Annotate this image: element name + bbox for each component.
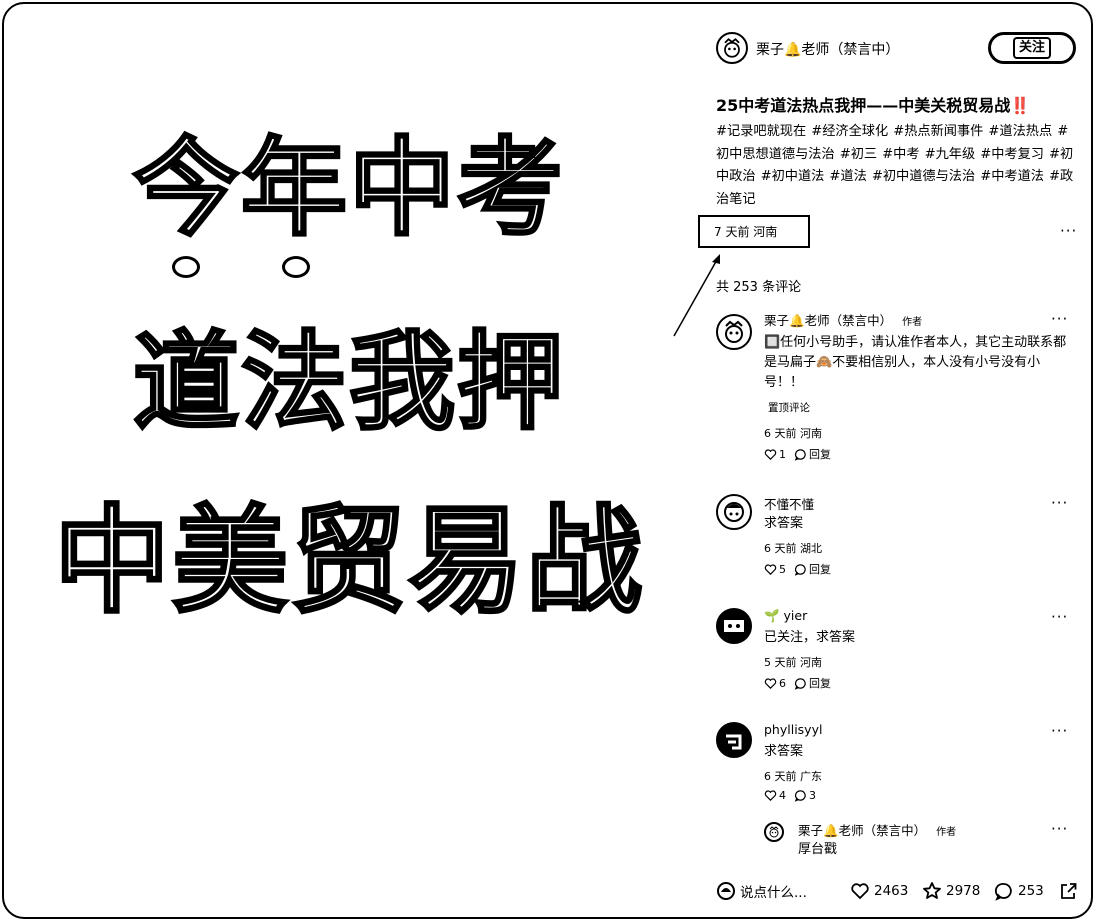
chat-bubble-icon (994, 883, 1012, 901)
comment-author[interactable]: 不懂不懂 (764, 494, 814, 513)
hashtag[interactable]: #中考 (882, 147, 919, 162)
star-icon (923, 882, 941, 899)
hashtag[interactable]: #热点新闻事件 (893, 124, 983, 139)
comment-text: 🔲任何小号助手，请认准作者本人，其它主动联系都是马扁子🙈不要相信别人，本人没有小… (764, 335, 1067, 390)
comment-text: 求答案 (764, 744, 804, 759)
hashtag[interactable]: #初三 (840, 147, 877, 162)
comment-text: 求答案 (764, 516, 804, 531)
hashtag[interactable]: #初中道德与法治 (872, 169, 975, 184)
reply-button[interactable]: 回复 (794, 446, 831, 462)
avatar[interactable] (716, 722, 752, 758)
share-icon (1061, 883, 1077, 899)
like-button[interactable]: 4 (764, 789, 786, 802)
cover-decoration (172, 256, 200, 278)
cover-line-1: 今年中考 (132, 127, 565, 250)
more-icon[interactable]: ··· (1051, 822, 1068, 837)
post-title: 25中考道法热点我押——中美关税贸易战‼️ (716, 96, 1031, 115)
avatar[interactable] (716, 494, 752, 530)
collect-button[interactable]: 2978 (922, 881, 980, 901)
comment-count: 共 253 条评论 (716, 280, 802, 295)
reply-button[interactable]: 回复 (794, 675, 831, 691)
reply-button[interactable]: 回复 (794, 561, 831, 577)
hashtag[interactable]: #中考复习 (980, 147, 1044, 162)
share-button[interactable] (1058, 881, 1078, 901)
user-avatar-icon (717, 882, 735, 900)
hashtag[interactable]: #初中道法 (761, 169, 825, 184)
comment-author[interactable]: 🌱 yier (764, 608, 807, 624)
comment-text: 厚台戳 (798, 842, 838, 857)
chat-bubble-icon (794, 563, 806, 576)
post-meta: 7 天前 河南 (714, 225, 778, 239)
author-avatar[interactable] (716, 32, 748, 64)
chat-bubble-icon (794, 790, 806, 802)
author-name[interactable]: 栗子🔔老师（禁言中） (756, 39, 899, 59)
comment-meta: 6 天前 河南 (764, 427, 822, 440)
cover-line-3: 中美贸易战 (53, 494, 644, 629)
avatar[interactable] (716, 608, 752, 644)
heart-icon (764, 563, 777, 575)
cover-image: 今年中考 道法我押 中美贸易战 (4, 4, 694, 917)
post-tags: #记录吧就现在 #经济全球化 #热点新闻事件 #道法热点 #初中思想道德与法治 #初三 #中… (716, 121, 1078, 211)
post-window: 今年中考 道法我押 中美贸易战 栗子🔔老师（禁言中） 关注 25中考道法热点我押… (2, 2, 1093, 919)
author-tag: 作者 (902, 317, 923, 328)
cover-decoration (282, 256, 310, 278)
post-meta-highlight: 7 天前 河南 (698, 215, 810, 248)
hashtag[interactable]: #道法 (829, 169, 866, 184)
chat-bubble-icon (794, 448, 806, 461)
post-detail-panel: 栗子🔔老师（禁言中） 关注 25中考道法热点我押——中美关税贸易战‼️ #记录吧… (673, 4, 1086, 917)
hashtag[interactable]: #记录吧就现在 (716, 124, 806, 139)
cover-line-2: 道法我押 (132, 321, 565, 444)
comment-meta: 5 天前 河南 (764, 656, 822, 669)
follow-label: 关注 (1012, 37, 1051, 59)
comment-author[interactable]: phyllisyyl (764, 722, 822, 737)
avatar[interactable] (716, 314, 752, 350)
pinned-label: 置顶评论 (768, 402, 810, 414)
author-tag: 作者 (936, 827, 957, 838)
heart-icon (764, 790, 777, 801)
comment-author[interactable]: 栗子🔔老师（禁言中） 作者 (764, 310, 922, 329)
comment-item: 🌱 yier 已关注，求答案 5 天前 河南 6 回复 ··· (716, 608, 1086, 698)
heart-icon (764, 448, 777, 460)
like-button[interactable]: 5 (764, 563, 786, 576)
like-button[interactable]: 1 (764, 448, 786, 461)
more-icon[interactable]: ··· (1060, 224, 1077, 239)
follow-button[interactable]: 关注 (988, 32, 1076, 64)
comment-item: 栗子🔔老师（禁言中） 作者 🔲任何小号助手，请认准作者本人，其它主动联系都是马扁子… (716, 310, 1086, 470)
comment-author[interactable]: 栗子🔔老师（禁言中） 作者 (798, 820, 956, 839)
more-icon[interactable]: ··· (1051, 610, 1068, 625)
more-icon[interactable]: ··· (1051, 724, 1068, 739)
heart-icon (851, 883, 869, 900)
avatar[interactable] (764, 822, 784, 842)
comment-text: 已关注，求答案 (764, 630, 856, 645)
reply-count-button[interactable]: 3 (794, 789, 816, 802)
hashtag[interactable]: #道法热点 (988, 124, 1052, 139)
more-icon[interactable]: ··· (1051, 312, 1068, 327)
hashtag[interactable]: #中考道法 (980, 169, 1044, 184)
like-button[interactable]: 2463 (850, 881, 908, 901)
hashtag[interactable]: #九年级 (925, 147, 976, 162)
hashtag[interactable]: #经济全球化 (811, 124, 888, 139)
sub-reply-item: 栗子🔔老师（禁言中） 作者 厚台戳 ··· (764, 820, 1084, 864)
chat-bubble-icon (794, 677, 806, 690)
comment-meta: 6 天前 湖北 (764, 542, 822, 555)
more-icon[interactable]: ··· (1051, 496, 1068, 511)
comments-button[interactable]: 253 (994, 881, 1044, 901)
comment-meta: 6 天前 广东 (764, 770, 822, 783)
comment-item: phyllisyyl 求答案 6 天前 广东 4 3 ··· (716, 722, 1086, 812)
comment-input[interactable]: 说点什么... (716, 881, 807, 901)
bottom-action-bar: 说点什么... 2463 2978 253 (716, 876, 1081, 906)
heart-icon (764, 677, 777, 689)
comment-input-placeholder: 说点什么... (740, 885, 807, 901)
like-button[interactable]: 6 (764, 677, 786, 690)
comment-item: 不懂不懂 求答案 6 天前 湖北 5 回复 ··· (716, 494, 1086, 584)
